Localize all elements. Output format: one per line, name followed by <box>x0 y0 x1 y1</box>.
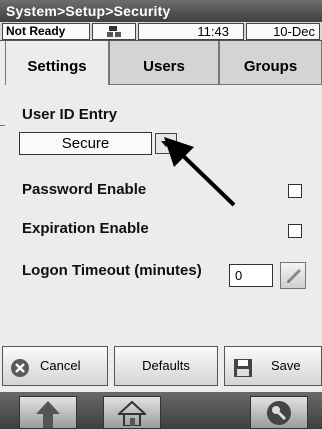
cancel-button[interactable]: Cancel <box>2 346 108 386</box>
save-label: Save <box>271 358 301 373</box>
navigation-bar <box>0 392 322 429</box>
user-id-entry-select[interactable]: Secure <box>19 132 152 155</box>
password-enable-checkbox[interactable] <box>288 184 302 198</box>
expiration-enable-label: Expiration Enable <box>22 220 149 237</box>
cancel-x-icon <box>11 359 29 377</box>
tab-bar: Settings Users Groups <box>0 41 322 126</box>
logon-timeout-input[interactable]: 0 <box>229 264 273 287</box>
save-button[interactable]: Save <box>224 346 322 386</box>
nav-service-button[interactable] <box>250 396 308 429</box>
tab-groups[interactable]: Groups <box>219 41 322 85</box>
status-date: 10-Dec <box>246 23 320 40</box>
nav-up-button[interactable] <box>19 396 77 429</box>
action-button-row: Cancel Defaults Save <box>0 346 322 386</box>
defaults-button[interactable]: Defaults <box>114 346 218 386</box>
device-screen: System>Setup>Security Not Ready 11:43 10… <box>0 0 322 429</box>
nav-home-button[interactable] <box>103 396 161 429</box>
tab-users[interactable]: Users <box>109 41 219 85</box>
service-wrench-icon <box>267 401 291 425</box>
logon-timeout-edit-button[interactable] <box>280 262 306 289</box>
status-bar: Not Ready 11:43 10-Dec <box>0 22 322 41</box>
expiration-enable-checkbox[interactable] <box>288 224 302 238</box>
status-time: 11:43 <box>138 23 244 40</box>
cancel-label: Cancel <box>40 358 81 373</box>
defaults-label: Defaults <box>142 358 190 373</box>
tab-divider <box>0 125 5 126</box>
floppy-disk-icon <box>234 359 252 377</box>
breadcrumb-title: System>Setup>Security <box>0 0 322 22</box>
home-icon <box>118 400 146 426</box>
password-enable-label: Password Enable <box>22 181 147 198</box>
status-mode: Not Ready <box>2 23 90 40</box>
logon-timeout-label: Logon Timeout (minutes) <box>22 262 202 279</box>
user-id-entry-label: User ID Entry <box>22 106 118 123</box>
up-arrow-icon <box>36 401 60 428</box>
annotation-arrow-icon <box>164 137 236 207</box>
pencil-icon <box>286 268 302 284</box>
tab-settings[interactable]: Settings <box>5 41 109 85</box>
network-icon <box>92 23 136 40</box>
